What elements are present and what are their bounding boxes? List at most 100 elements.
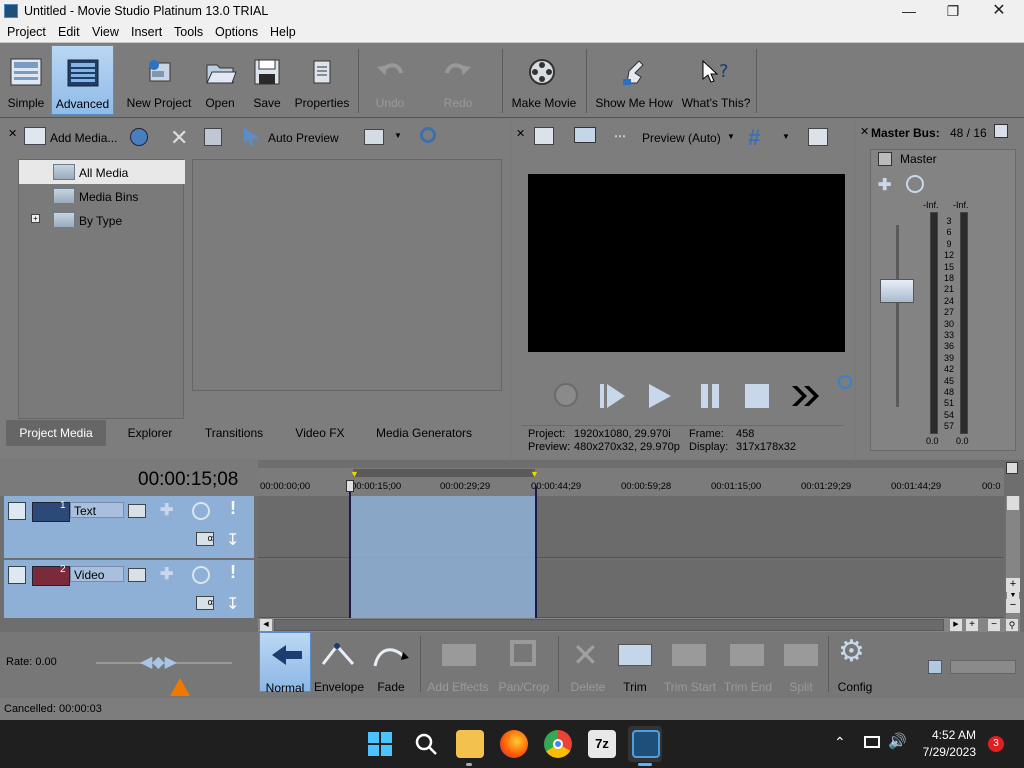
- loop-end-marker[interactable]: ▼: [530, 469, 539, 479]
- simple-button[interactable]: Simple: [3, 45, 49, 115]
- delete-icon[interactable]: ✕: [170, 125, 188, 151]
- tab-video-fx[interactable]: Video FX: [282, 420, 358, 446]
- scroll-thumb[interactable]: [274, 619, 944, 631]
- zoom-tool-icon[interactable]: ⚲: [1006, 619, 1018, 631]
- close-button[interactable]: ✕: [976, 0, 1022, 22]
- network-icon[interactable]: [864, 736, 880, 748]
- track-fx-icon[interactable]: ✚: [160, 564, 173, 584]
- master-fader-handle[interactable]: [880, 279, 914, 303]
- bus-fx-icon[interactable]: [878, 152, 892, 166]
- make-movie-button[interactable]: Make Movie: [508, 45, 580, 115]
- track-name-field[interactable]: Video: [70, 566, 124, 582]
- firefox-icon[interactable]: [500, 730, 528, 758]
- tree-item-by-type[interactable]: By Type: [79, 214, 122, 228]
- track-name-field[interactable]: Text: [70, 502, 124, 518]
- auto-preview-button[interactable]: Auto Preview: [268, 131, 339, 145]
- marker-icon[interactable]: [1006, 462, 1018, 474]
- menu-options[interactable]: Options: [215, 25, 258, 39]
- trim-button[interactable]: Trim: [612, 632, 658, 694]
- alpha-icon[interactable]: α: [196, 532, 214, 546]
- insert-fx-icon[interactable]: ✚: [878, 175, 891, 195]
- menu-project[interactable]: Project: [7, 25, 46, 39]
- trim-end-button[interactable]: Trim End: [720, 632, 776, 694]
- menu-help[interactable]: Help: [270, 25, 296, 39]
- composite-mode-icon[interactable]: [128, 504, 146, 518]
- new-project-button[interactable]: New Project: [123, 45, 195, 115]
- time-selection[interactable]: [350, 496, 536, 618]
- trim-start-button[interactable]: Trim Start: [662, 632, 718, 694]
- pause-button[interactable]: [696, 381, 726, 411]
- zoom-in-vertical-icon[interactable]: +: [1006, 578, 1020, 592]
- preview-properties-icon[interactable]: [534, 127, 554, 145]
- globe-icon[interactable]: [130, 128, 148, 146]
- split-button[interactable]: Split: [778, 632, 824, 694]
- loop-start-marker[interactable]: ▼: [350, 469, 359, 479]
- notification-badge[interactable]: 3: [988, 736, 1004, 752]
- solo-icon[interactable]: !: [230, 562, 236, 583]
- tab-project-media[interactable]: Project Media: [6, 420, 106, 446]
- add-effects-button[interactable]: Add Effects: [424, 632, 492, 694]
- track-fx-icon[interactable]: ✚: [160, 500, 173, 520]
- pan-crop-button[interactable]: Pan/Crop: [496, 632, 552, 694]
- cursor-line[interactable]: [349, 486, 351, 618]
- zoom-out-icon[interactable]: −: [988, 619, 1000, 631]
- open-button[interactable]: Open: [200, 45, 240, 115]
- delete-button[interactable]: ✕ Delete: [562, 632, 614, 694]
- rate-slider-handle[interactable]: ◀◆▶: [140, 652, 177, 672]
- search-icon[interactable]: [420, 127, 436, 143]
- search-taskbar-button[interactable]: [414, 732, 437, 755]
- scroll-up-icon[interactable]: [1007, 496, 1019, 510]
- tab-explorer[interactable]: Explorer: [110, 420, 190, 446]
- show-me-how-button[interactable]: Show Me How: [592, 45, 676, 115]
- tab-media-generators[interactable]: Media Generators: [362, 420, 486, 446]
- track-down-icon[interactable]: ↧: [226, 594, 239, 614]
- panel-close-icon[interactable]: ✕: [516, 127, 525, 140]
- add-media-button[interactable]: Add Media...: [50, 131, 117, 145]
- menu-view[interactable]: View: [92, 25, 119, 39]
- overlays-grid-icon[interactable]: #: [748, 125, 760, 151]
- volume-icon[interactable]: 🔊: [888, 732, 907, 750]
- save-button[interactable]: Save: [247, 45, 287, 115]
- track-header-text[interactable]: 1 Text ✚ ! α ↧: [4, 496, 254, 558]
- properties-button[interactable]: Properties: [292, 45, 352, 115]
- normal-edit-tool[interactable]: Normal: [259, 632, 311, 695]
- preview-quality-dropdown[interactable]: Preview (Auto): [642, 131, 721, 145]
- mute-track-icon[interactable]: [192, 566, 210, 584]
- envelope-edit-tool[interactable]: Envelope: [313, 632, 365, 694]
- redo-button[interactable]: Redo: [434, 45, 482, 115]
- panel-close-icon[interactable]: ✕: [8, 127, 17, 140]
- tab-transitions[interactable]: Transitions: [194, 420, 274, 446]
- chevron-up-icon[interactable]: ⌃: [834, 734, 846, 751]
- solo-icon[interactable]: !: [230, 498, 236, 519]
- track-expand-icon[interactable]: [8, 566, 26, 584]
- fast-forward-button[interactable]: [790, 381, 820, 411]
- record-icon[interactable]: [554, 383, 578, 407]
- file-explorer-icon[interactable]: [456, 730, 484, 758]
- scroll-left-icon[interactable]: ◀: [260, 619, 272, 631]
- split-screen-icon[interactable]: ⋯: [614, 129, 634, 143]
- clock-date[interactable]: 7/29/2023: [920, 745, 976, 759]
- clock-time[interactable]: 4:52 AM: [930, 728, 976, 742]
- stop-button[interactable]: [742, 381, 772, 411]
- copy-snapshot-icon[interactable]: [808, 128, 828, 146]
- play-button[interactable]: [644, 381, 674, 411]
- track-header-video[interactable]: 2 Video ✚ ! α ↧: [4, 560, 254, 618]
- menu-tools[interactable]: Tools: [174, 25, 203, 39]
- panel-close-icon[interactable]: ✕: [860, 125, 869, 138]
- views-icon[interactable]: [364, 129, 384, 145]
- whats-this-button[interactable]: ? What's This?: [680, 45, 752, 115]
- overlays-dropdown-icon[interactable]: ▼: [782, 132, 790, 141]
- scroll-right-icon[interactable]: ▶: [950, 619, 962, 631]
- start-button[interactable]: [368, 732, 392, 756]
- alpha-icon[interactable]: α: [196, 596, 214, 610]
- track-down-icon[interactable]: ↧: [226, 530, 239, 550]
- views-dropdown-icon[interactable]: ▼: [394, 131, 402, 140]
- composite-mode-icon[interactable]: [128, 568, 146, 582]
- zoom-preview-icon[interactable]: [928, 660, 942, 674]
- tree-item-media-bins[interactable]: Media Bins: [79, 190, 138, 204]
- menu-insert[interactable]: Insert: [131, 25, 162, 39]
- monitor-icon[interactable]: [574, 127, 596, 143]
- minimize-button[interactable]: —: [886, 0, 932, 22]
- media-properties-icon[interactable]: [204, 128, 222, 146]
- play-from-start-button[interactable]: [598, 381, 628, 411]
